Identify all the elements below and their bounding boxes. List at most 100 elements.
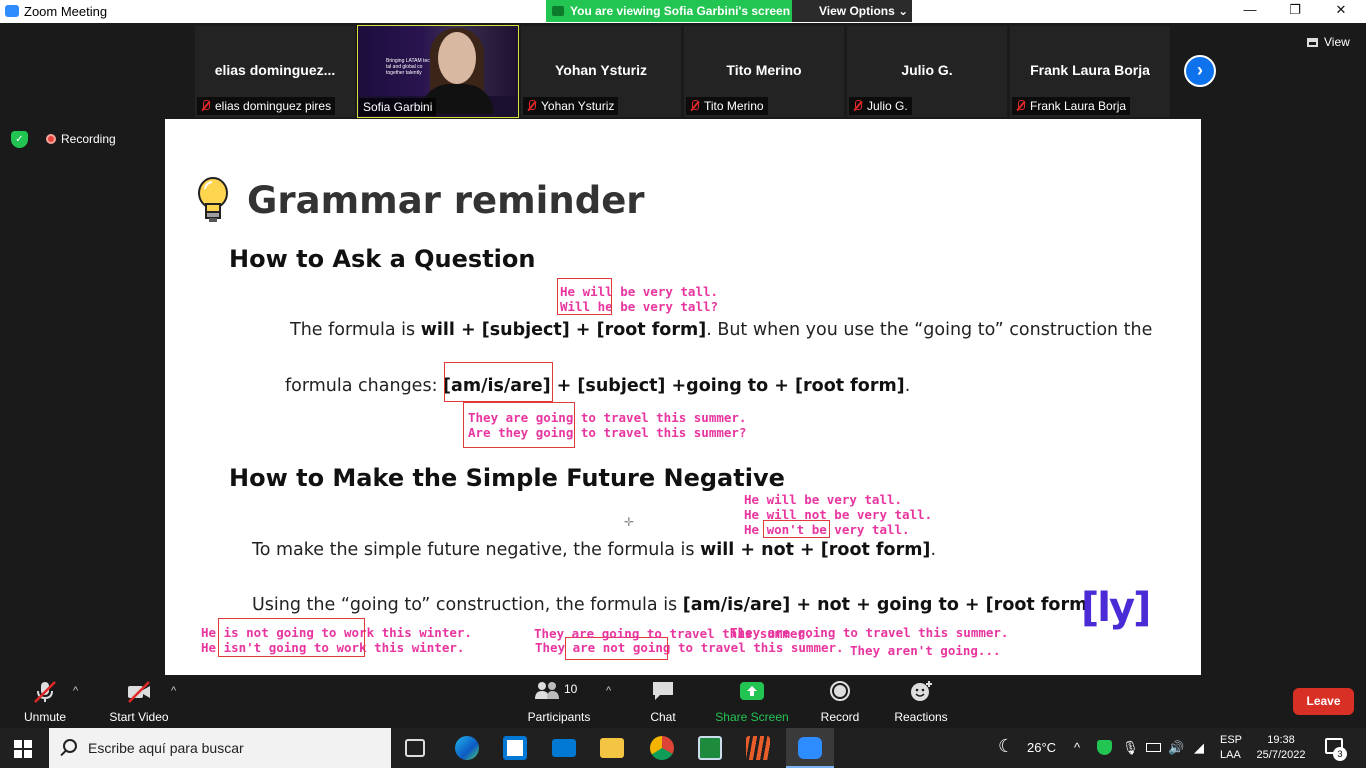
weather-temperature[interactable]: 26°C: [1027, 740, 1056, 755]
zoom-taskbar-button[interactable]: [786, 728, 834, 768]
participant-nameplate: Yohan Ysturiz: [523, 97, 619, 115]
bold-formula: will + [subject] + [root form]: [420, 320, 707, 340]
clock[interactable]: 19:38 25/7/2022: [1256, 733, 1306, 763]
annotation-box: [463, 402, 575, 448]
windows-taskbar: Escribe aquí para buscar ☾ 26°C ^ 🎙 🔊 ◢ …: [0, 728, 1366, 768]
participant-nameplate: Julio G.: [849, 97, 912, 115]
recording-indicator[interactable]: Recording: [46, 132, 116, 146]
heading-negative: How to Make the Simple Future Negative: [229, 464, 785, 492]
heading-ask-question: How to Ask a Question: [229, 245, 536, 273]
network-icon[interactable]: ◢: [1194, 740, 1204, 756]
participant-tile[interactable]: Tito Merino Tito Merino: [684, 26, 844, 117]
file-explorer-icon[interactable]: [600, 738, 624, 758]
participants-button[interactable]: 10 Participants: [524, 680, 594, 724]
windows-start-icon[interactable]: [14, 740, 32, 758]
muted-microphone-icon: [32, 680, 58, 703]
next-page-arrow-icon[interactable]: ›: [1184, 55, 1216, 87]
zoom-app-icon: [798, 737, 822, 759]
share-screen-label: Share Screen: [715, 710, 789, 724]
unmute-button[interactable]: Unmute: [14, 680, 76, 724]
weather-moon-icon[interactable]: ☾: [998, 736, 1014, 757]
viewing-label: You are viewing Sofia Garbini's screen: [570, 4, 791, 18]
view-options-button[interactable]: View Options ⌄: [792, 0, 912, 22]
annotation-text: He will be very tall.: [744, 492, 903, 507]
recording-label: Recording: [61, 132, 116, 146]
share-screen-icon: [552, 6, 564, 16]
cursor-crosshair-icon: ✛: [624, 515, 635, 529]
muted-mic-icon: [690, 100, 699, 112]
chrome-browser-icon[interactable]: [650, 736, 674, 760]
close-button[interactable]: ✕: [1331, 2, 1351, 20]
talently-logo: [ly]: [1081, 585, 1151, 631]
screen-share-banner: You are viewing Sofia Garbini's screen V…: [546, 0, 912, 22]
minimize-button[interactable]: —: [1240, 2, 1260, 20]
mail-icon[interactable]: [552, 739, 576, 757]
video-background-text: Bringing LATAM tech tal and global co to…: [386, 58, 433, 76]
edge-browser-icon[interactable]: [455, 736, 479, 760]
muted-mic-icon: [1016, 100, 1025, 112]
microphone-icon[interactable]: 🎙: [1122, 740, 1139, 756]
text: To make the simple future negative, the …: [252, 540, 701, 560]
unmute-label: Unmute: [23, 710, 67, 724]
participant-nameplate: Sofia Garbini: [359, 98, 437, 116]
zoom-app-icon: [5, 5, 19, 17]
restore-button[interactable]: ❐: [1285, 2, 1305, 20]
annotation-box: [444, 362, 553, 402]
participant-big-name: Frank Laura Borja: [1030, 62, 1150, 78]
participant-tile[interactable]: elias dominguez... elias dominguez pires: [195, 26, 355, 117]
text: .: [930, 540, 937, 560]
bold-formula: [am/is/are] + not + going to + [root for…: [682, 595, 1088, 615]
task-view-icon[interactable]: [405, 739, 425, 757]
participant-name: Tito Merino: [704, 99, 764, 113]
start-video-label: Start Video: [109, 710, 169, 724]
video-off-icon: [126, 680, 152, 703]
text: formula changes:: [285, 376, 444, 396]
formula-line-2: formula changes: [am/is/are] + [subject]…: [285, 376, 910, 396]
spreadsheet-app-icon[interactable]: [698, 736, 722, 760]
battery-icon[interactable]: [1146, 743, 1161, 752]
grid-view-icon: [1307, 38, 1318, 47]
reactions-button[interactable]: Reactions: [890, 680, 952, 724]
participant-tile[interactable]: Julio G. Julio G.: [847, 26, 1007, 117]
security-shield-icon[interactable]: [1097, 740, 1112, 755]
view-layout-button[interactable]: View: [1307, 35, 1350, 49]
encryption-shield-icon[interactable]: ✓: [11, 131, 28, 148]
recording-dot-icon: [46, 134, 56, 144]
muted-mic-icon: [527, 100, 536, 112]
search-icon: [63, 739, 77, 753]
slide-title: Grammar reminder: [247, 179, 645, 222]
chat-button[interactable]: Chat: [640, 680, 686, 724]
input-language-indicator[interactable]: ESP LAA: [1220, 733, 1242, 763]
audio-options-caret-icon[interactable]: ^: [73, 685, 78, 697]
bold-formula: will + not + [root form]: [700, 540, 931, 560]
show-hidden-icons-caret-icon[interactable]: ^: [1074, 740, 1080, 755]
participant-name: Yohan Ysturiz: [541, 99, 615, 113]
participant-tile-active-speaker[interactable]: Bringing LATAM tech tal and global co to…: [357, 25, 519, 118]
participant-big-name: Tito Merino: [726, 62, 802, 78]
participants-caret-icon[interactable]: ^: [606, 685, 611, 697]
participant-nameplate: elias dominguez pires: [197, 97, 336, 115]
share-screen-button[interactable]: Share Screen: [712, 680, 792, 724]
microsoft-store-icon[interactable]: [503, 736, 527, 760]
video-options-caret-icon[interactable]: ^: [171, 685, 176, 697]
speaker-icon[interactable]: 🔊: [1168, 740, 1184, 756]
lightbulb-icon: [198, 177, 228, 222]
viewing-indicator: You are viewing Sofia Garbini's screen: [546, 0, 792, 22]
participant-tile[interactable]: Frank Laura Borja Frank Laura Borja: [1010, 26, 1170, 117]
participants-icon: 10: [534, 680, 584, 702]
record-button[interactable]: Record: [815, 680, 865, 724]
annotation-box: [763, 520, 830, 538]
chat-icon: [650, 680, 676, 702]
participant-nameplate: Tito Merino: [686, 97, 768, 115]
shared-screen-slide: Grammar reminder How to Ask a Question T…: [165, 119, 1201, 675]
window-title: Zoom Meeting: [24, 4, 108, 19]
taskbar-search-box[interactable]: Escribe aquí para buscar: [49, 728, 391, 768]
participant-name: Julio G.: [867, 99, 908, 113]
notification-count-badge: 3: [1333, 747, 1347, 761]
clock-date: 25/7/2022: [1256, 749, 1306, 761]
start-video-button[interactable]: Start Video: [104, 680, 174, 724]
chat-label: Chat: [650, 710, 676, 724]
media-app-icon[interactable]: [746, 736, 770, 760]
leave-button[interactable]: Leave: [1293, 688, 1354, 715]
participant-tile[interactable]: Yohan Ysturiz Yohan Ysturiz: [521, 26, 681, 117]
